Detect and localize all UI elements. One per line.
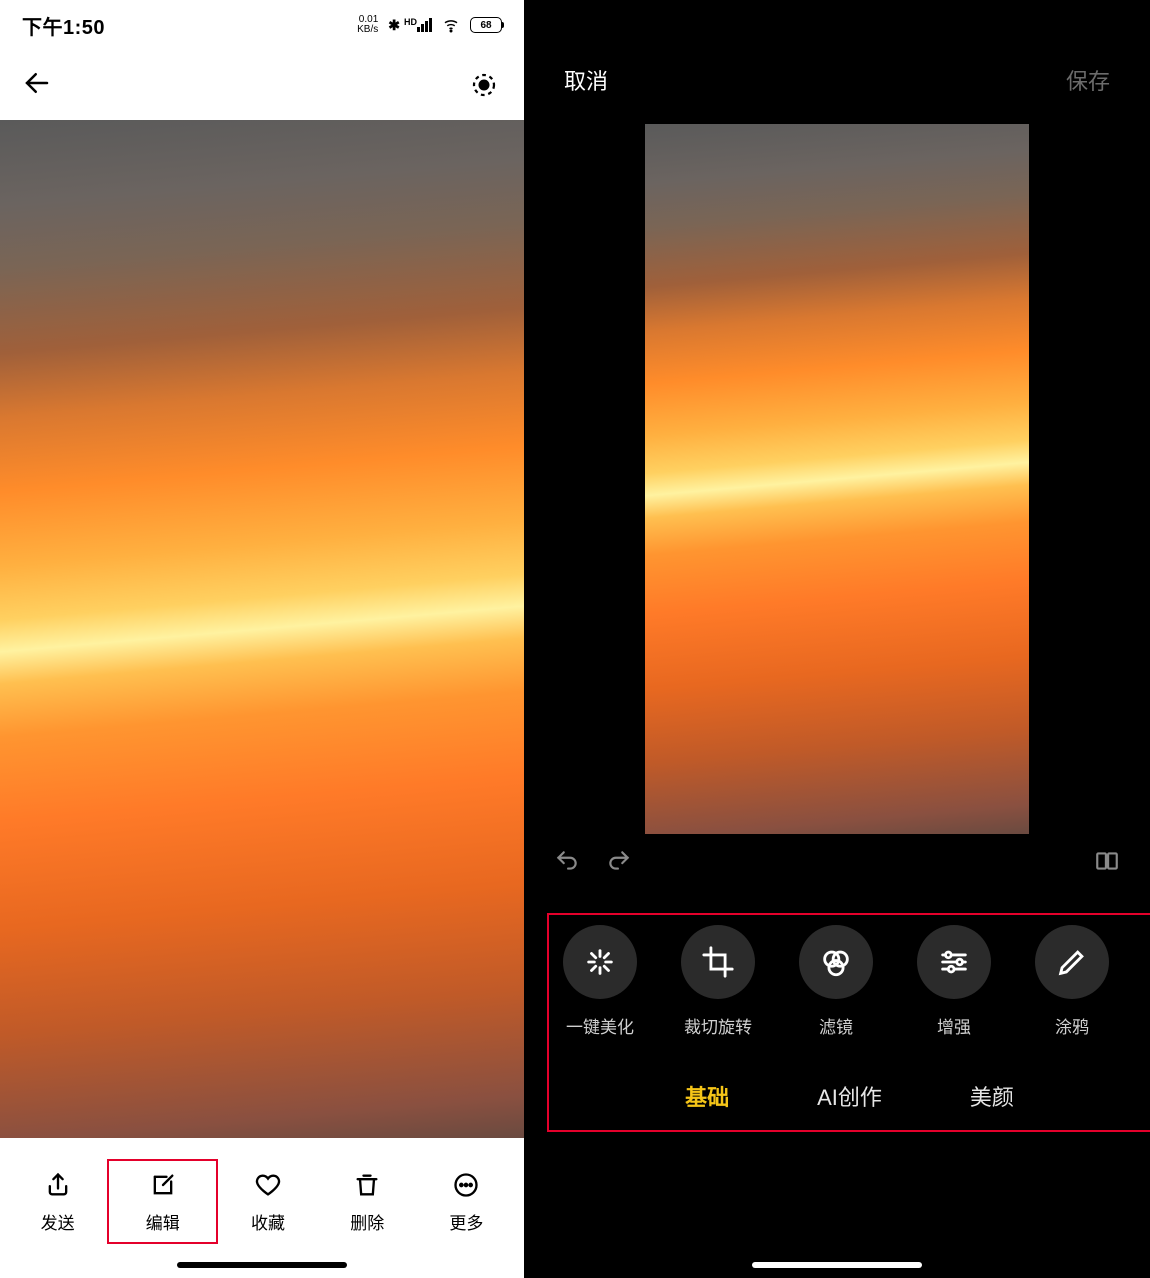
- network-speed: 0.01 KB/s: [357, 15, 378, 35]
- edit-label: 编辑: [146, 1209, 180, 1234]
- send-button[interactable]: 发送: [8, 1169, 107, 1234]
- send-label: 发送: [41, 1209, 75, 1234]
- cancel-button[interactable]: 取消: [564, 64, 608, 96]
- tool-label: 裁切旋转: [684, 1013, 752, 1038]
- battery-indicator: 68: [470, 17, 502, 33]
- undo-redo-bar: [524, 834, 1150, 879]
- tool-filter[interactable]: 滤镜: [799, 925, 873, 1038]
- undo-button[interactable]: [554, 848, 580, 879]
- filter-icon: [799, 925, 873, 999]
- delete-button[interactable]: 删除: [318, 1169, 417, 1234]
- tool-doodle[interactable]: 涂鸦: [1035, 925, 1109, 1038]
- save-button[interactable]: 保存: [1066, 64, 1110, 96]
- trash-icon: [351, 1169, 383, 1201]
- edit-icon: [147, 1169, 179, 1201]
- tab-basic[interactable]: 基础: [685, 1080, 729, 1112]
- adjust-icon: [917, 925, 991, 999]
- top-bar: [0, 50, 524, 120]
- tab-ai-create[interactable]: AI创作: [817, 1080, 882, 1112]
- favorite-button[interactable]: 收藏: [218, 1169, 317, 1234]
- home-indicator[interactable]: [752, 1262, 922, 1268]
- more-icon: [450, 1169, 482, 1201]
- editor-tools-highlighted: 一键美化 裁切旋转 滤镜 增强: [547, 913, 1150, 1132]
- editor-canvas-area: [524, 120, 1150, 834]
- photo-preview[interactable]: [0, 120, 524, 1138]
- redo-button[interactable]: [606, 848, 632, 879]
- favorite-label: 收藏: [251, 1209, 285, 1234]
- tool-crop-rotate[interactable]: 裁切旋转: [681, 925, 755, 1038]
- back-button[interactable]: [22, 68, 52, 103]
- tool-label: 涂鸦: [1055, 1013, 1089, 1038]
- signal-icon: [417, 18, 432, 32]
- bottom-action-bar: 发送 编辑 收藏 删除 更多: [0, 1138, 524, 1278]
- gallery-view-pane: 下午1:50 0.01 KB/s HD 68: [0, 0, 524, 1278]
- home-indicator[interactable]: [177, 1262, 347, 1268]
- status-time: 下午1:50: [22, 11, 105, 40]
- share-icon: [42, 1169, 74, 1201]
- status-bar: 下午1:50 0.01 KB/s HD 68: [0, 0, 524, 50]
- edit-button[interactable]: 编辑: [107, 1159, 218, 1244]
- tool-enhance[interactable]: 增强: [917, 925, 991, 1038]
- wifi-icon: [442, 16, 460, 34]
- status-indicators: 0.01 KB/s HD 68: [357, 15, 502, 35]
- delete-label: 删除: [350, 1209, 384, 1234]
- tool-auto-beautify[interactable]: 一键美化: [563, 925, 637, 1038]
- editor-pane: 取消 保存 一键美化 裁切旋: [524, 0, 1150, 1278]
- tab-beauty[interactable]: 美颜: [970, 1080, 1014, 1112]
- editor-header: 取消 保存: [524, 0, 1150, 120]
- bluetooth-icon: [388, 17, 400, 34]
- editor-photo-preview[interactable]: [645, 124, 1029, 834]
- tool-label: 一键美化: [566, 1013, 634, 1038]
- tool-label: 增强: [937, 1013, 971, 1038]
- crop-icon: [681, 925, 755, 999]
- tool-label: 滤镜: [819, 1013, 853, 1038]
- tool-row[interactable]: 一键美化 裁切旋转 滤镜 增强: [549, 925, 1150, 1038]
- pencil-icon: [1035, 925, 1109, 999]
- more-button[interactable]: 更多: [417, 1169, 516, 1234]
- editor-tabs: 基础 AI创作 美颜: [549, 1080, 1150, 1112]
- compare-button[interactable]: [1094, 848, 1120, 879]
- hd-indicator: HD: [404, 17, 417, 27]
- heart-icon: [252, 1169, 284, 1201]
- more-label: 更多: [449, 1209, 483, 1234]
- sparkle-icon: [563, 925, 637, 999]
- lens-button[interactable]: [466, 67, 502, 103]
